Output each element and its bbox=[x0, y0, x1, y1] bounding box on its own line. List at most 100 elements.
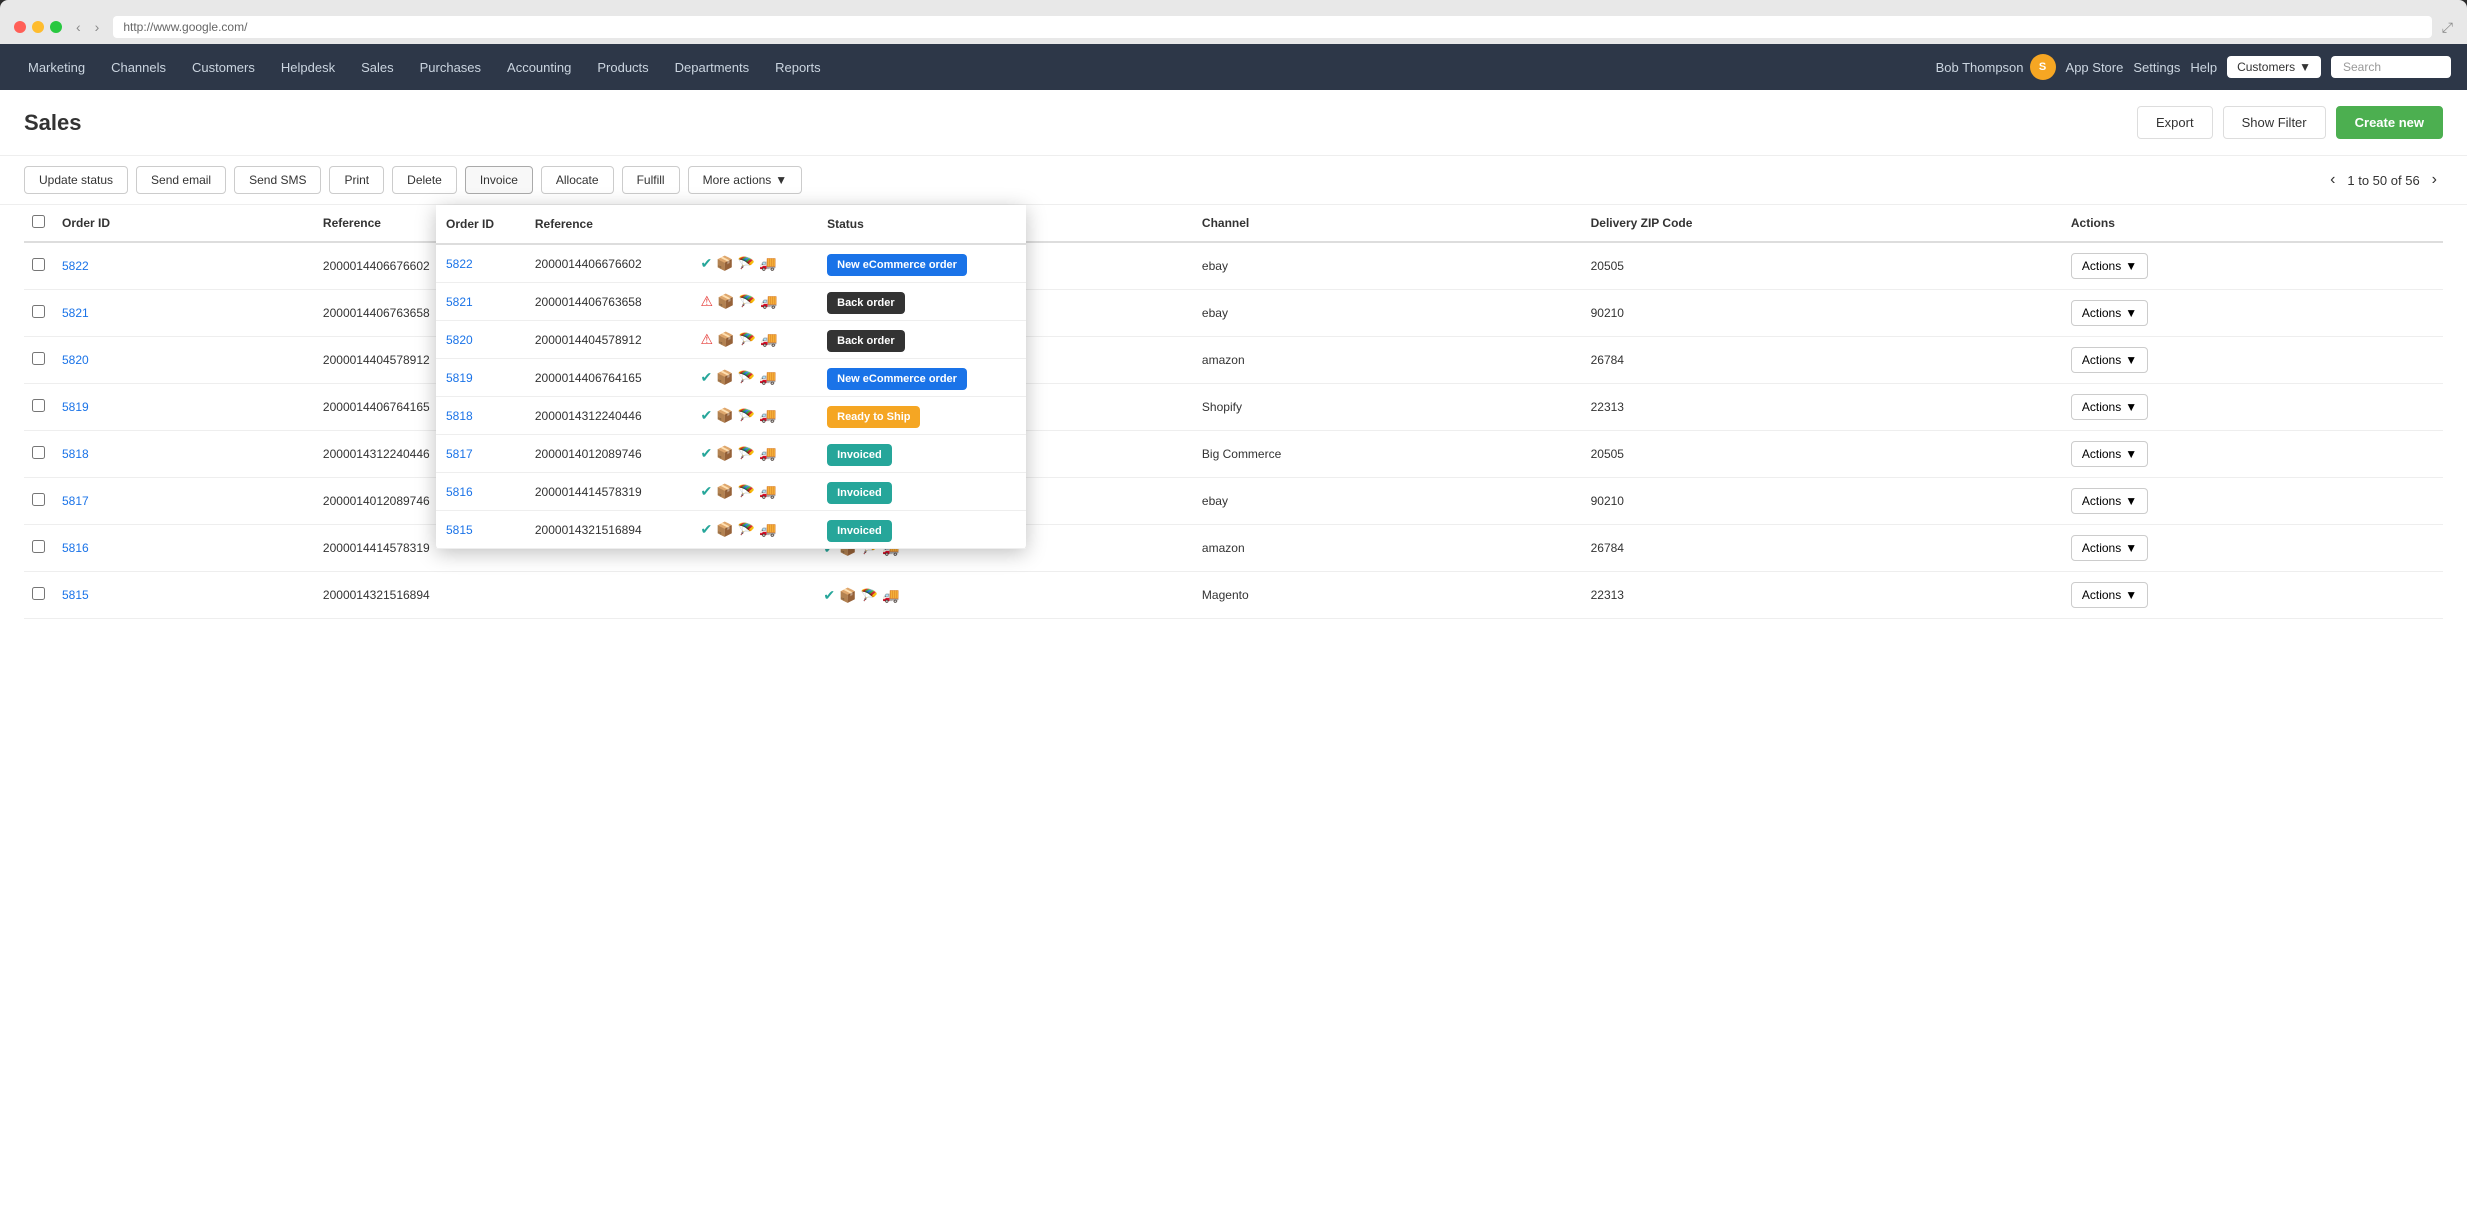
nav-help[interactable]: Help bbox=[2190, 60, 2217, 75]
update-status-button[interactable]: Update status bbox=[24, 166, 128, 194]
overlay-order-id-link[interactable]: 5821 bbox=[446, 295, 473, 309]
overlay-status-icons: ⚠ 📦 🪂 🚚 bbox=[701, 331, 808, 348]
actions-button[interactable]: Actions ▼ bbox=[2071, 488, 2148, 514]
select-all-checkbox[interactable] bbox=[32, 215, 45, 228]
parachute-icon: 🪂 bbox=[739, 293, 756, 310]
actions-arrow-icon: ▼ bbox=[2125, 588, 2137, 602]
overlay-status-icons: ✔ 📦 🪂 🚚 bbox=[701, 483, 808, 500]
order-id-link[interactable]: 5820 bbox=[62, 353, 89, 367]
order-id-link[interactable]: 5817 bbox=[62, 494, 89, 508]
order-id-link[interactable]: 5822 bbox=[62, 259, 89, 273]
page-header: Sales Export Show Filter Create new bbox=[0, 90, 2467, 156]
overlay-order-id-link[interactable]: 5816 bbox=[446, 485, 473, 499]
overlay-reference-cell: 2000014406764165 bbox=[525, 359, 691, 397]
channel-cell: ebay bbox=[1194, 290, 1583, 337]
allocate-button[interactable]: Allocate bbox=[541, 166, 614, 194]
order-id-link[interactable]: 5821 bbox=[62, 306, 89, 320]
parachute-icon: 🪂 bbox=[861, 587, 878, 604]
overlay-order-id-link[interactable]: 5820 bbox=[446, 333, 473, 347]
pagination: ‹ 1 to 50 of 56 › bbox=[2324, 169, 2443, 191]
row-checkbox[interactable] bbox=[32, 258, 45, 271]
nav-item-products[interactable]: Products bbox=[585, 54, 660, 81]
row-checkbox[interactable] bbox=[32, 352, 45, 365]
nav-item-helpdesk[interactable]: Helpdesk bbox=[269, 54, 347, 81]
prev-page-button[interactable]: ‹ bbox=[2324, 169, 2341, 191]
table-row: 5815 2000014321516894 ✔ 📦 🪂 🚚 Magento 22… bbox=[24, 572, 2443, 619]
parachute-icon: 🪂 bbox=[738, 483, 755, 500]
address-bar[interactable]: http://www.google.com/ bbox=[113, 16, 2431, 38]
parachute-icon: 🪂 bbox=[738, 369, 755, 386]
nav-item-marketing[interactable]: Marketing bbox=[16, 54, 97, 81]
check-icon: ✔ bbox=[701, 521, 713, 538]
overlay-status-icons: ✔ 📦 🪂 🚚 bbox=[701, 521, 808, 538]
show-filter-button[interactable]: Show Filter bbox=[2223, 106, 2326, 139]
overlay-order-id-link[interactable]: 5819 bbox=[446, 371, 473, 385]
fulfill-button[interactable]: Fulfill bbox=[622, 166, 680, 194]
nav-item-purchases[interactable]: Purchases bbox=[408, 54, 493, 81]
nav-item-accounting[interactable]: Accounting bbox=[495, 54, 583, 81]
actions-button[interactable]: Actions ▼ bbox=[2071, 300, 2148, 326]
box-icon: 📦 bbox=[716, 483, 733, 500]
next-page-button[interactable]: › bbox=[2426, 169, 2443, 191]
customer-dropdown[interactable]: Customers ▼ bbox=[2227, 56, 2321, 78]
print-button[interactable]: Print bbox=[329, 166, 384, 194]
order-id-link[interactable]: 5818 bbox=[62, 447, 89, 461]
nav-item-departments[interactable]: Departments bbox=[663, 54, 761, 81]
invoice-button[interactable]: Invoice bbox=[465, 166, 533, 194]
check-icon: ✔ bbox=[701, 407, 713, 424]
actions-arrow-icon: ▼ bbox=[2125, 353, 2137, 367]
nav-item-sales[interactable]: Sales bbox=[349, 54, 406, 81]
nav-item-reports[interactable]: Reports bbox=[763, 54, 833, 81]
nav-item-channels[interactable]: Channels bbox=[99, 54, 178, 81]
actions-arrow-icon: ▼ bbox=[2125, 306, 2137, 320]
overlay-order-id-link[interactable]: 5815 bbox=[446, 523, 473, 537]
export-button[interactable]: Export bbox=[2137, 106, 2213, 139]
search-input[interactable]: Search bbox=[2331, 56, 2451, 78]
create-new-button[interactable]: Create new bbox=[2336, 106, 2443, 139]
box-icon: 📦 bbox=[716, 445, 733, 462]
delete-button[interactable]: Delete bbox=[392, 166, 457, 194]
minimize-button[interactable] bbox=[32, 21, 44, 33]
channel-cell: Shopify bbox=[1194, 384, 1583, 431]
back-button[interactable]: ‹ bbox=[72, 17, 85, 37]
actions-button[interactable]: Actions ▼ bbox=[2071, 347, 2148, 373]
close-button[interactable] bbox=[14, 21, 26, 33]
customer-dropdown-label: Customers bbox=[2237, 60, 2295, 74]
box-icon: 📦 bbox=[839, 587, 856, 604]
send-email-button[interactable]: Send email bbox=[136, 166, 226, 194]
overlay-reference-cell: 2000014312240446 bbox=[525, 397, 691, 435]
order-id-link[interactable]: 5815 bbox=[62, 588, 89, 602]
more-actions-button[interactable]: More actions ▼ bbox=[688, 166, 803, 194]
send-sms-button[interactable]: Send SMS bbox=[234, 166, 321, 194]
overlay-order-id-link[interactable]: 5817 bbox=[446, 447, 473, 461]
truck-icon: 🚚 bbox=[759, 369, 776, 386]
row-checkbox[interactable] bbox=[32, 540, 45, 553]
table-row: 5822 2000014406676602 ✔ 📦 🪂 🚚 ebay 20505… bbox=[24, 242, 2443, 290]
more-actions-label: More actions bbox=[703, 173, 772, 187]
actions-button[interactable]: Actions ▼ bbox=[2071, 394, 2148, 420]
nav-item-customers[interactable]: Customers bbox=[180, 54, 267, 81]
maximize-button[interactable] bbox=[50, 21, 62, 33]
overlay-order-id-link[interactable]: 5822 bbox=[446, 257, 473, 271]
forward-button[interactable]: › bbox=[91, 17, 104, 37]
overlay-order-id-link[interactable]: 5818 bbox=[446, 409, 473, 423]
truck-icon: 🚚 bbox=[760, 293, 777, 310]
toolbar: Update status Send email Send SMS Print … bbox=[0, 156, 2467, 205]
actions-button[interactable]: Actions ▼ bbox=[2071, 535, 2148, 561]
row-checkbox[interactable] bbox=[32, 305, 45, 318]
channel-cell: amazon bbox=[1194, 337, 1583, 384]
more-actions-arrow-icon: ▼ bbox=[775, 173, 787, 187]
row-checkbox[interactable] bbox=[32, 446, 45, 459]
row-checkbox[interactable] bbox=[32, 587, 45, 600]
overlay-row: 5821 2000014406763658 ⚠ 📦 🪂 🚚 Back order bbox=[436, 283, 1026, 321]
nav-app-store[interactable]: App Store bbox=[2066, 60, 2124, 75]
actions-button[interactable]: Actions ▼ bbox=[2071, 441, 2148, 467]
row-checkbox[interactable] bbox=[32, 493, 45, 506]
nav-settings[interactable]: Settings bbox=[2133, 60, 2180, 75]
order-id-link[interactable]: 5816 bbox=[62, 541, 89, 555]
actions-button[interactable]: Actions ▼ bbox=[2071, 582, 2148, 608]
row-checkbox[interactable] bbox=[32, 399, 45, 412]
actions-button[interactable]: Actions ▼ bbox=[2071, 253, 2148, 279]
channel-cell: ebay bbox=[1194, 242, 1583, 290]
order-id-link[interactable]: 5819 bbox=[62, 400, 89, 414]
